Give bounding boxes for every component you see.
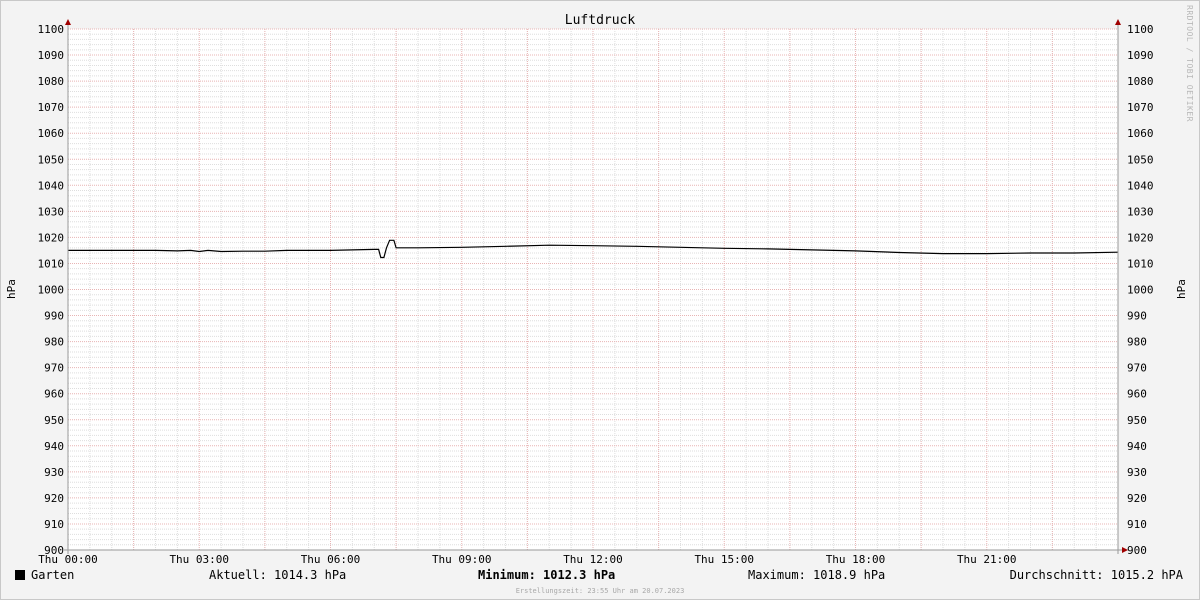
y-tick-label-right: 1050 [1127,153,1154,166]
y-tick-label-left: 920 [44,492,64,505]
y-tick-label-right: 1090 [1127,49,1154,62]
y-tick-label-right: 940 [1127,440,1147,453]
y-tick-label-left: 1080 [38,75,65,88]
y-tick-label-right: 980 [1127,336,1147,349]
y-tick-label-left: 1000 [38,284,65,297]
y-tick-label-right: 1030 [1127,205,1154,218]
x-tick-label: Thu 03:00 [169,553,229,566]
y-tick-label-right: 1040 [1127,179,1154,192]
y-tick-label-left: 980 [44,336,64,349]
y-tick-label-left: 930 [44,466,64,479]
legend-minimum: Minimum: 1012.3 hPa [478,568,615,582]
y-tick-label-right: 1020 [1127,231,1154,244]
grid [67,28,1118,551]
chart-title: Luftdruck [565,13,636,28]
y-tick-label-left: 1020 [38,231,65,244]
y-tick-label-left: 990 [44,310,64,323]
y-tick-label-right: 1010 [1127,257,1154,270]
legend-maximum: Maximum: 1018.9 hPa [748,568,885,582]
y-tick-label-right: 930 [1127,466,1147,479]
y-tick-label-right: 1000 [1127,284,1154,297]
y-axis-right-arrow [1115,19,1121,25]
x-tick-label: Thu 18:00 [826,553,886,566]
y-tick-label-left: 1040 [38,179,65,192]
y-axis-label-left: hPa [5,279,18,299]
y-tick-label-left: 950 [44,414,64,427]
y-tick-label-right: 910 [1127,518,1147,531]
y-tick-label-left: 1050 [38,153,65,166]
y-tick-label-left: 1070 [38,101,65,114]
legend-series-label: Garten [31,568,74,582]
y-tick-label-right: 960 [1127,388,1147,401]
y-tick-label-right: 920 [1127,492,1147,505]
legend: Garten Aktuell: 1014.3 hPa Minimum: 1012… [15,568,1184,595]
chart-frame: Luftdruck hPa hPa RRDTOOL / TOBI OETIKER… [0,0,1200,600]
y-axis-label-right: hPa [1175,279,1188,299]
y-tick-label-left: 1030 [38,205,65,218]
legend-current: Aktuell: 1014.3 hPa [209,568,346,582]
x-tick-label: Thu 06:00 [301,553,361,566]
y-tick-label-left: 910 [44,518,64,531]
y-axis-left-arrow [65,19,71,25]
y-tick-label-right: 1080 [1127,75,1154,88]
y-tick-label-right: 950 [1127,414,1147,427]
y-tick-label-left: 960 [44,388,64,401]
y-tick-label-left: 940 [44,440,64,453]
y-tick-label-right: 1100 [1127,23,1154,36]
y-tick-label-left: 970 [44,362,64,375]
x-tick-label: Thu 00:00 [38,553,98,566]
y-tick-label-right: 1070 [1127,101,1154,114]
watermark: RRDTOOL / TOBI OETIKER [1185,5,1194,122]
y-tick-label-right: 900 [1127,544,1147,557]
y-tick-label-left: 1010 [38,257,65,270]
creation-time-footer: Erstellungszeit: 23:55 Uhr am 20.07.2023 [516,587,685,595]
x-tick-label: Thu 21:00 [957,553,1017,566]
legend-average: Durchschnitt: 1015.2 hPA [1010,568,1184,582]
x-tick-label: Thu 12:00 [563,553,623,566]
y-tick-label-right: 1060 [1127,127,1154,140]
luftdruck-chart: Luftdruck hPa hPa RRDTOOL / TOBI OETIKER… [5,5,1194,595]
x-tick-label: Thu 15:00 [694,553,754,566]
y-tick-label-left: 1060 [38,127,65,140]
legend-swatch-garten [15,570,25,580]
y-tick-label-left: 1100 [38,23,65,36]
y-tick-label-left: 1090 [38,49,65,62]
y-tick-label-right: 990 [1127,310,1147,323]
x-tick-label: Thu 09:00 [432,553,492,566]
y-tick-label-right: 970 [1127,362,1147,375]
